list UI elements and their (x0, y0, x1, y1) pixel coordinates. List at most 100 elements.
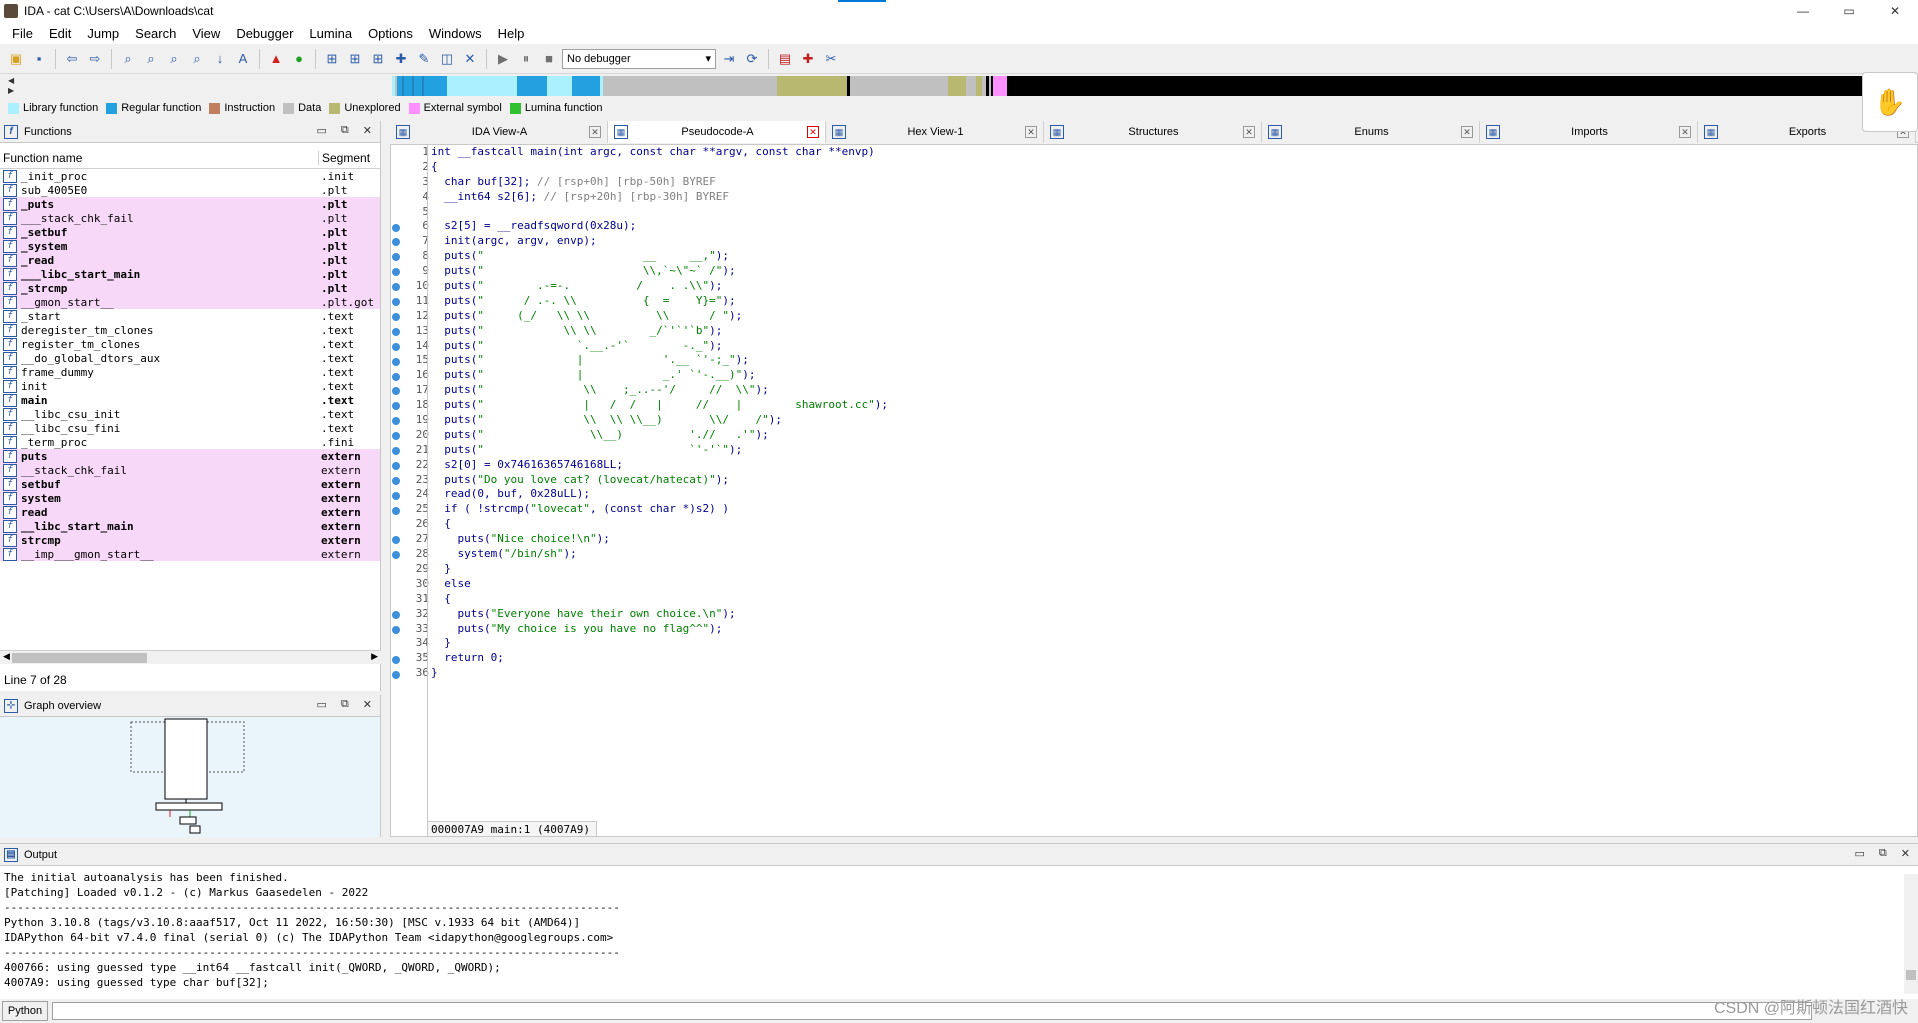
breakpoint-dot-icon[interactable] (392, 387, 400, 396)
language-button[interactable]: Python (2, 1001, 48, 1021)
breakpoint-dot-icon[interactable] (392, 610, 400, 619)
code-line[interactable]: { (428, 592, 1917, 607)
code-line[interactable]: puts(" \\__) '.// .'"); (428, 428, 1917, 443)
breakpoint-dot-icon[interactable] (392, 476, 400, 485)
code-line[interactable]: read(0, buf, 0x28uLL); (428, 487, 1917, 502)
tab-close-icon[interactable]: ✕ (1461, 126, 1473, 138)
function-row[interactable]: f _init_proc .init (0, 169, 380, 183)
menu-debugger[interactable]: Debugger (228, 26, 301, 41)
panel-float-icon[interactable]: ⧉ (341, 698, 349, 711)
scroll-left-icon[interactable]: ◀ (3, 651, 10, 662)
search-all-icon[interactable]: ⌕ (187, 49, 207, 69)
function-row[interactable]: f ___stack_chk_fail .plt (0, 211, 380, 225)
code-line[interactable]: puts("Do you love cat? (lovecat/hatecat)… (428, 473, 1917, 488)
menu-windows[interactable]: Windows (421, 26, 490, 41)
function-row[interactable]: f _start .text (0, 309, 380, 323)
code-line[interactable]: else (428, 577, 1917, 592)
menu-search[interactable]: Search (127, 26, 184, 41)
panel-maximize-icon[interactable]: ▭ (317, 698, 327, 711)
breakpoint-dot-icon[interactable] (392, 402, 400, 411)
menu-edit[interactable]: Edit (41, 26, 79, 41)
code-line[interactable]: puts(" \\ \\ _/`'`'`b"); (428, 324, 1917, 339)
breakpoint-dot-icon[interactable] (392, 372, 400, 381)
breakpoint-list-icon[interactable]: ▤ (775, 49, 795, 69)
code-line[interactable]: puts("My choice is you have no flag^^"); (428, 622, 1917, 637)
chart-icon[interactable]: ⊞ (345, 49, 365, 69)
breakpoint-dot-icon[interactable] (392, 461, 400, 470)
panel-close-icon[interactable]: ✕ (363, 124, 372, 137)
code-line[interactable]: int __fastcall main(int argc, const char… (428, 145, 1917, 160)
breakpoint-dot-icon[interactable] (392, 357, 400, 366)
code-line[interactable]: puts("Everyone have their own choice.\n"… (428, 607, 1917, 622)
code-line[interactable]: } (428, 666, 1917, 681)
function-row[interactable]: f init .text (0, 379, 380, 393)
output-text[interactable]: The initial autoanalysis has been finish… (0, 866, 1918, 994)
add-breakpoint-icon[interactable]: ✚ (798, 49, 818, 69)
tab-enums[interactable]: ▦ Enums ✕ (1262, 121, 1480, 143)
patch-icon[interactable]: ✎ (414, 49, 434, 69)
breakpoint-dot-icon[interactable] (392, 238, 400, 247)
code-line[interactable]: puts(" | '.__ `'-;_"); (428, 353, 1917, 368)
breakpoint-dot-icon[interactable] (392, 491, 400, 500)
tab-close-icon[interactable]: ✕ (1679, 126, 1691, 138)
code-line[interactable] (428, 205, 1917, 220)
search-next-icon[interactable]: ⌕ (164, 49, 184, 69)
function-row[interactable]: f _term_proc .fini (0, 435, 380, 449)
start-icon[interactable]: ▶ (493, 49, 513, 69)
function-row[interactable]: f __libc_start_main extern (0, 519, 380, 533)
binary-search-icon[interactable]: ⌕ (118, 49, 138, 69)
code-line[interactable]: init(argc, argv, envp); (428, 234, 1917, 249)
breakpoint-dot-icon[interactable] (392, 506, 400, 515)
graph-overview-canvas[interactable] (0, 717, 380, 837)
code-line[interactable]: puts(" \\ ;_..--'/ // \\"); (428, 383, 1917, 398)
horizontal-scrollbar[interactable]: ◀ ▶ (0, 650, 381, 664)
navigation-band[interactable]: ◀ ▶ (0, 74, 1918, 98)
tab-close-icon[interactable]: ✕ (1242, 126, 1255, 138)
command-input[interactable] (52, 1002, 1812, 1020)
minimize-button[interactable]: — (1780, 0, 1826, 22)
breakpoint-dot-icon[interactable] (392, 283, 400, 292)
breakpoint-dot-icon[interactable] (392, 536, 400, 545)
function-row[interactable]: f register_tm_clones .text (0, 337, 380, 351)
breakpoint-dot-icon[interactable] (392, 447, 400, 455)
menu-view[interactable]: View (184, 26, 228, 41)
code-line[interactable]: if ( !strcmp("lovecat", (const char *)s2… (428, 502, 1917, 517)
breakpoint-dot-icon[interactable] (392, 670, 400, 679)
tab-close-icon[interactable]: ✕ (1024, 126, 1037, 138)
nav-arrows-icon[interactable]: ◀ ▶ (8, 76, 14, 96)
code-line[interactable]: { (428, 160, 1917, 175)
open-icon[interactable]: ▣ (6, 49, 26, 69)
breakpoint-dot-icon[interactable] (392, 432, 400, 441)
function-row[interactable]: f __imp___gmon_start__ extern (0, 547, 380, 561)
tab-hex-view-1[interactable]: ▦ Hex View-1 ✕ (826, 121, 1044, 143)
tab-structures[interactable]: ▦ Structures ✕ (1044, 121, 1262, 143)
breakpoint-dot-icon[interactable] (392, 551, 400, 560)
debug-step-icon[interactable]: ⇥ (719, 49, 739, 69)
menu-file[interactable]: File (4, 26, 41, 41)
breakpoint-dot-icon[interactable] (392, 327, 400, 336)
menu-options[interactable]: Options (360, 26, 421, 41)
font-icon[interactable]: A (233, 49, 253, 69)
panel-close-icon[interactable]: ✕ (1901, 847, 1910, 860)
function-row[interactable]: f _read .plt (0, 253, 380, 267)
code-line[interactable]: char buf[32]; // [rsp+0h] [rbp-50h] BYRE… (428, 175, 1917, 190)
pause-icon[interactable]: ⏸ (516, 49, 536, 69)
function-row[interactable]: f frame_dummy .text (0, 365, 380, 379)
text-search-icon[interactable]: ⌕ (141, 49, 161, 69)
function-row[interactable]: f puts extern (0, 449, 380, 463)
tab-close-icon[interactable]: ✕ (806, 126, 819, 138)
code-line[interactable]: { (428, 517, 1917, 532)
debugger-select[interactable]: No debugger ▾ (562, 48, 716, 69)
panel-close-icon[interactable]: ✕ (363, 698, 372, 711)
save-icon[interactable]: ▪ (29, 49, 49, 69)
cross-icon[interactable]: ✕ (460, 49, 480, 69)
function-row[interactable]: f read extern (0, 505, 380, 519)
code-line[interactable]: puts(" / .-. \\ { = Y}="); (428, 294, 1917, 309)
function-row[interactable]: f __stack_chk_fail extern (0, 463, 380, 477)
code-line[interactable]: puts(" `.__.-'` -._"); (428, 339, 1917, 354)
tools-icon[interactable]: ✂ (821, 49, 841, 69)
tab-imports[interactable]: ▦ Imports ✕ (1480, 121, 1698, 143)
breakpoint-dot-icon[interactable] (392, 625, 400, 634)
function-row[interactable]: f system extern (0, 491, 380, 505)
panel-maximize-icon[interactable]: ▭ (1855, 847, 1865, 860)
